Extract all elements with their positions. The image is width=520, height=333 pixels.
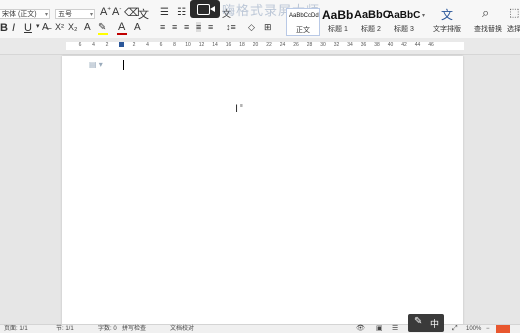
bold-icon[interactable]: B <box>0 22 8 34</box>
ruler-tick-label: 6 <box>78 42 82 48</box>
highlight-color-swatch <box>98 33 108 35</box>
ruler-tick-label: 40 <box>387 42 394 48</box>
ruler-tick-label: 30 <box>320 42 326 48</box>
style-heading2-sample: AaBbC <box>354 9 391 21</box>
italic-icon[interactable]: I <box>12 22 15 34</box>
style-heading3[interactable]: AaBbC 标题 3 <box>387 8 421 36</box>
style-normal-label: 正文 <box>296 27 310 34</box>
find-replace-label: 查找替换 <box>474 26 502 33</box>
align-center-icon[interactable]: ≡ <box>172 22 177 32</box>
style-gallery-more-icon[interactable]: ▾ <box>422 12 425 19</box>
ime-mode[interactable]: 中 <box>430 317 439 330</box>
line-spacing-icon[interactable]: ↕≡ <box>226 22 236 32</box>
search-icon: ⌕ <box>482 5 490 20</box>
ruler-tick-label: 34 <box>347 42 353 48</box>
grow-font-icon[interactable]: A+ <box>100 6 111 18</box>
ruler-tick-label: 42 <box>401 42 407 48</box>
ruler-tick-label: 16 <box>225 42 232 48</box>
style-heading1[interactable]: AaBb 标题 1 <box>321 8 355 36</box>
ruler-tick-label: 28 <box>306 42 313 48</box>
font-color-icon[interactable]: A <box>118 21 125 33</box>
style-heading3-sample: AaBbC <box>387 10 421 21</box>
select-button[interactable]: ⬚ 选择 <box>507 6 520 36</box>
text-layout-label: 文字排版 <box>433 26 461 33</box>
style-heading1-label: 标题 1 <box>328 26 348 33</box>
ruler-tick-label: 36 <box>360 42 367 48</box>
screen-recorder-icon[interactable] <box>190 0 220 18</box>
indent-marker-icon[interactable] <box>119 42 124 47</box>
text-layout-icon: 文 <box>441 8 454 22</box>
bullet-list-icon[interactable]: ☰ <box>160 7 169 18</box>
ruler-tick-label: 2 <box>105 42 109 48</box>
font-color-swatch <box>117 33 127 35</box>
shading-icon[interactable]: ◇ <box>248 22 255 33</box>
style-heading1-sample: AaBb <box>322 8 354 22</box>
ruler-tick-label: 4 <box>146 42 149 48</box>
ruler-tick-label: 24 <box>279 42 286 48</box>
strikethrough-icon[interactable]: A̶ <box>42 22 49 33</box>
border-icon[interactable]: ⊞ <box>264 22 272 33</box>
align-right-icon[interactable]: ≡ <box>184 22 189 32</box>
highlight-icon[interactable]: ✎ <box>98 22 106 33</box>
subscript-icon[interactable]: X₂ <box>68 22 78 32</box>
ruler-tick-label: 38 <box>374 42 380 48</box>
underline-dropdown-icon[interactable]: ▾ <box>36 22 40 30</box>
ruler-tick-label: 26 <box>293 42 299 48</box>
superscript-icon[interactable]: X² <box>55 22 64 32</box>
font-name-value: 宋体 (正文) <box>2 11 37 18</box>
text-effect-icon[interactable]: A <box>84 22 91 33</box>
horizontal-ruler[interactable]: 6 4 2 2 4 6 8 10 12 14 16 18 20 22 24 26 28 30 32 34 36 38 40 4… <box>0 38 520 55</box>
ruler-tick-label: 22 <box>266 42 272 48</box>
page-options-icon[interactable]: ▤ ▾ <box>89 60 103 69</box>
style-normal-sample: AaBbCcDd <box>289 13 319 19</box>
font-size-select[interactable]: 五号 <box>55 9 95 20</box>
ruler-tick-label: 10 <box>185 42 191 48</box>
style-heading3-label: 标题 3 <box>394 26 414 33</box>
style-gallery: AaBbCcDd 正文 AaBb 标题 1 AaBbC 标题 2 AaBbC 标… <box>286 8 426 36</box>
phonetic-icon[interactable]: 文 <box>138 6 149 22</box>
ibeam-cursor-icon: I <box>235 103 239 115</box>
click-and-type-icon: ≡ <box>240 103 243 109</box>
distribute-icon[interactable]: ≡ <box>208 22 213 32</box>
ruler-tick-label: 6 <box>159 42 163 48</box>
font-size-value: 五号 <box>58 11 72 18</box>
document-page[interactable]: ▤ ▾ I ≡ <box>62 56 463 332</box>
char-border-icon[interactable]: A <box>134 22 141 33</box>
ruler-tick-label: 14 <box>212 42 218 48</box>
font-name-select[interactable]: 宋体 (正文) <box>0 9 50 20</box>
align-left-icon[interactable]: ≡ <box>160 22 165 32</box>
cursor-select-icon: ⬚ <box>509 7 520 19</box>
text-cursor <box>123 60 124 70</box>
style-heading2[interactable]: AaBbC 标题 2 <box>354 8 391 36</box>
text-layout-button[interactable]: 文 文字排版 <box>433 6 463 36</box>
select-label: 选择 <box>507 26 520 33</box>
ribbon-toolbar: 宋体 (正文) 五号 A+ A- ⌫ 文 B I U ▾ A̶ X² X₂ A … <box>0 0 520 39</box>
ruler-tick-label: 46 <box>428 42 434 48</box>
style-heading2-label: 标题 2 <box>361 26 381 33</box>
shrink-font-icon[interactable]: A- <box>112 6 121 18</box>
underline-icon[interactable]: U <box>24 22 32 34</box>
number-list-icon[interactable]: ☷ <box>177 7 186 18</box>
pen-icon[interactable]: ✎ <box>414 316 422 327</box>
ruler-tick-label: 8 <box>173 42 176 48</box>
ruler-tick-label: 4 <box>92 42 95 48</box>
find-replace-button[interactable]: ⌕ 查找替换 <box>474 5 506 36</box>
ruler-tick-label: 12 <box>198 42 205 48</box>
ime-toolbar[interactable]: ✎ 中 <box>408 314 444 332</box>
ruler-tick-label: 2 <box>132 42 136 48</box>
ruler-tick-label: 32 <box>333 42 340 48</box>
ruler-tick-label: 18 <box>239 42 245 48</box>
justify-icon[interactable]: ≡ <box>196 22 202 32</box>
ruler-tick-label: 20 <box>252 42 259 48</box>
style-normal[interactable]: AaBbCcDd 正文 <box>286 8 320 36</box>
ruler-tick-label: 44 <box>414 42 421 48</box>
